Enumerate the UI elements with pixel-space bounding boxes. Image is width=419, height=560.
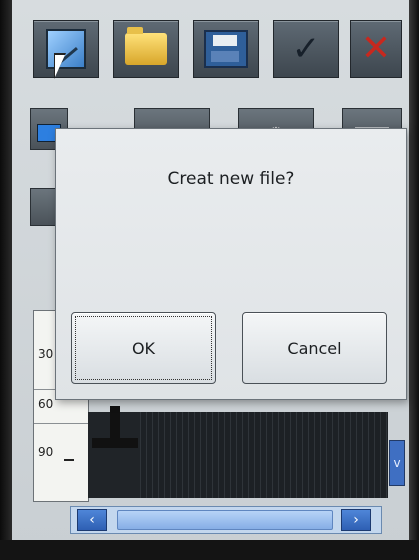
edit-button[interactable] xyxy=(33,20,99,78)
scroll-down-button[interactable]: v xyxy=(389,440,405,486)
open-folder-button[interactable] xyxy=(113,20,179,78)
ruler-tick-30: 30 xyxy=(38,347,54,361)
ruler-line xyxy=(34,423,88,424)
confirm-button[interactable]: ✓ xyxy=(273,20,339,78)
canvas-grid xyxy=(140,412,388,498)
confirm-dialog: Creat new file? OK Cancel xyxy=(55,128,407,400)
edit-icon xyxy=(46,29,86,69)
ok-button[interactable]: OK xyxy=(71,312,216,384)
folder-icon xyxy=(125,27,167,65)
save-icon xyxy=(204,30,248,68)
check-icon: ✓ xyxy=(291,29,321,69)
ruler-marker xyxy=(64,459,74,461)
horizontal-scrollbar[interactable]: ‹ › xyxy=(70,506,382,534)
tool-marker-stem xyxy=(110,406,120,442)
mouse-cursor-icon xyxy=(55,55,65,77)
scrollbar-thumb[interactable] xyxy=(117,510,333,530)
chevron-left-icon: ‹ xyxy=(89,512,95,528)
device-bezel-bottom xyxy=(0,540,419,560)
device-bezel-left xyxy=(0,0,12,560)
ruler-tick-60: 60 xyxy=(38,397,54,411)
side-tool-button[interactable] xyxy=(30,188,56,226)
close-button[interactable]: ✕ xyxy=(350,20,402,78)
tool-marker-bar xyxy=(92,438,138,448)
cancel-button[interactable]: Cancel xyxy=(242,312,387,384)
scroll-right-button[interactable]: › xyxy=(341,509,371,531)
close-icon: ✕ xyxy=(360,28,392,69)
device-bezel-right xyxy=(409,0,419,560)
scroll-left-button[interactable]: ‹ xyxy=(77,509,107,531)
chevron-down-icon: v xyxy=(393,456,401,470)
save-button[interactable] xyxy=(193,20,259,78)
chevron-right-icon: › xyxy=(353,512,359,528)
dialog-message: Creat new file? xyxy=(167,169,295,189)
ruler-tick-90: 90 xyxy=(38,445,54,459)
